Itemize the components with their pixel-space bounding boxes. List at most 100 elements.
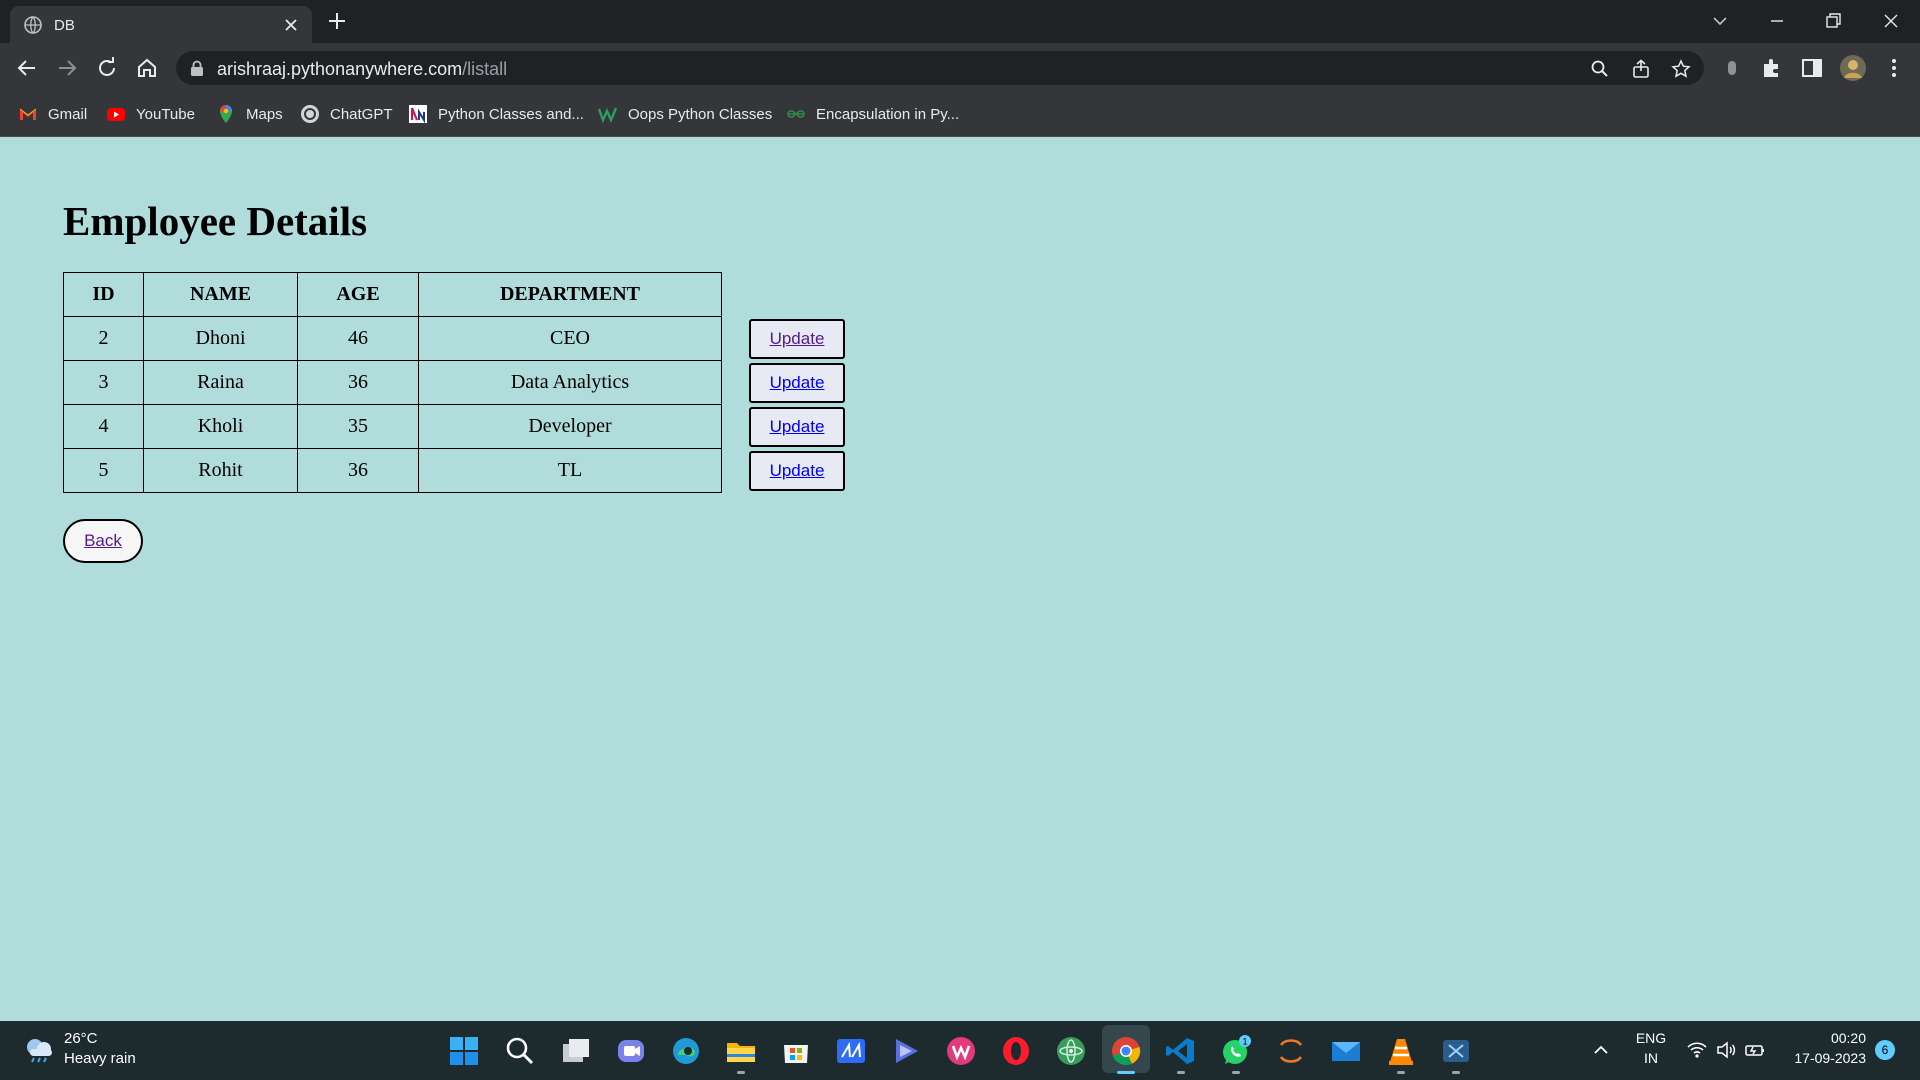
tab-title: DB (54, 17, 75, 34)
language-indicator[interactable]: ENG (1630, 1030, 1672, 1046)
update-button-row-1[interactable]: Update (749, 319, 845, 359)
profile-avatar-icon[interactable] (1839, 54, 1867, 82)
search-icon[interactable] (504, 1035, 536, 1067)
bookmark-maps[interactable]: Maps (216, 103, 283, 125)
clock-time[interactable]: 00:20 (1782, 1030, 1866, 1046)
gmail-icon (19, 108, 37, 120)
site-favicon-icon (409, 105, 427, 124)
address-bar[interactable]: arishraaj.pythonanywhere.com/listall (176, 51, 1704, 85)
browser-tab[interactable]: DB (10, 6, 312, 43)
atom-app-icon[interactable] (1055, 1035, 1087, 1067)
update-button-row-2[interactable]: Update (749, 363, 845, 403)
table-row: 5 Rohit 36 TL (63, 448, 722, 493)
restore-icon[interactable] (1818, 6, 1848, 36)
bookmark-chatgpt[interactable]: ChatGPT (300, 103, 393, 125)
bookmark-label: Gmail (48, 105, 88, 123)
teams-chat-icon[interactable] (615, 1035, 647, 1067)
bookmark-label: Maps (246, 105, 283, 123)
video-editor-icon[interactable] (890, 1035, 922, 1067)
bookmark-python-classes[interactable]: Python Classes and... (408, 103, 584, 125)
bookmark-label: Encapsulation in Py... (816, 105, 960, 123)
whatsapp-badge: 1 (1242, 1037, 1247, 1047)
cell-department: CEO (418, 316, 722, 361)
cell-department: TL (418, 448, 722, 493)
table-row: 2 Dhoni 46 CEO (63, 316, 722, 361)
header-age: AGE (297, 272, 419, 317)
url-text[interactable]: arishraaj.pythonanywhere.com/listall (217, 59, 507, 80)
cell-age: 36 (297, 448, 419, 493)
globe-icon (24, 16, 42, 34)
volume-icon[interactable] (1715, 1039, 1737, 1061)
cell-age: 36 (297, 360, 419, 405)
puzzle-extensions-icon[interactable] (1760, 56, 1784, 80)
bookmark-label: Python Classes and... (438, 105, 584, 123)
chatgpt-icon (301, 105, 319, 123)
bookmark-gmail[interactable]: Gmail (18, 103, 87, 125)
menu-kebab-icon[interactable] (1882, 56, 1906, 80)
active-indicator (1117, 1071, 1135, 1074)
search-icon[interactable] (1590, 59, 1610, 79)
file-explorer-icon[interactable] (725, 1035, 757, 1067)
ai-app-icon[interactable] (835, 1035, 867, 1067)
battery-icon[interactable] (1744, 1039, 1766, 1061)
bookmark-youtube[interactable]: YouTube (106, 103, 195, 125)
back-button[interactable]: Back (63, 519, 143, 563)
browser-title-bar: DB (0, 0, 1920, 43)
back-arrow-icon[interactable] (15, 56, 39, 80)
bookmarks-bar: Gmail YouTube Maps ChatGPT Python Classe… (0, 93, 1920, 137)
mail-icon[interactable] (1330, 1035, 1362, 1067)
close-window-icon[interactable] (1876, 6, 1906, 36)
cell-department: Developer (418, 404, 722, 449)
cell-department: Data Analytics (418, 360, 722, 405)
jupyter-icon[interactable] (1275, 1035, 1307, 1067)
close-tab-icon[interactable] (282, 16, 300, 34)
bookmark-label: Oops Python Classes (628, 105, 773, 123)
edge-browser-icon[interactable] (670, 1035, 702, 1067)
reload-icon[interactable] (95, 56, 119, 80)
chrome-browser-icon[interactable] (1110, 1035, 1142, 1067)
cell-age: 46 (297, 316, 419, 361)
new-tab-icon[interactable] (326, 10, 348, 32)
minimize-icon[interactable] (1762, 6, 1792, 36)
bookmark-oops-python[interactable]: Oops Python Classes (598, 103, 772, 125)
weather-rain-icon[interactable] (22, 1036, 56, 1064)
bookmark-star-icon[interactable] (1671, 59, 1691, 79)
url-host: arishraaj.pythonanywhere.com (217, 59, 463, 79)
vlc-player-icon[interactable] (1385, 1035, 1417, 1067)
microsoft-store-icon[interactable] (780, 1035, 812, 1067)
share-icon[interactable] (1631, 59, 1651, 79)
table-row: 4 Kholi 35 Developer (63, 404, 722, 449)
update-button-row-3[interactable]: Update (749, 407, 845, 447)
tab-search-chevron-icon[interactable] (1705, 6, 1735, 36)
bookmark-label: ChatGPT (330, 105, 393, 123)
lock-icon[interactable] (190, 60, 204, 76)
table-header-row: ID NAME AGE DEPARTMENT (63, 272, 722, 317)
opera-browser-icon[interactable] (1000, 1035, 1032, 1067)
table-row: 3 Raina 36 Data Analytics (63, 360, 722, 405)
cell-id: 4 (63, 404, 144, 449)
youtube-icon (107, 108, 125, 121)
clock-date[interactable]: 17-09-2023 (1770, 1050, 1866, 1066)
bookmark-encapsulation[interactable]: Encapsulation in Py... (786, 103, 959, 125)
wifi-icon[interactable] (1686, 1039, 1708, 1061)
windows-start-icon[interactable] (448, 1035, 480, 1067)
task-view-icon[interactable] (560, 1035, 592, 1067)
header-name: NAME (143, 272, 298, 317)
cell-age: 35 (297, 404, 419, 449)
whatsapp-icon[interactable]: 1 (1220, 1035, 1252, 1067)
snipping-tool-icon[interactable] (1440, 1035, 1472, 1067)
side-panel-icon[interactable] (1800, 56, 1824, 80)
language-region[interactable]: IN (1630, 1050, 1672, 1066)
forward-arrow-icon[interactable] (55, 56, 79, 80)
weather-temperature[interactable]: 26°C (64, 1030, 98, 1047)
cell-id: 2 (63, 316, 144, 361)
extension-icon[interactable] (1720, 56, 1744, 80)
chevron-up-icon[interactable] (1592, 1041, 1610, 1059)
vscode-icon[interactable] (1165, 1035, 1197, 1067)
wps-office-icon[interactable] (945, 1035, 977, 1067)
weather-condition[interactable]: Heavy rain (64, 1050, 136, 1067)
update-button-row-4[interactable]: Update (749, 451, 845, 491)
home-icon[interactable] (135, 56, 159, 80)
maps-pin-icon (220, 105, 232, 123)
notification-badge[interactable]: 6 (1875, 1040, 1895, 1060)
